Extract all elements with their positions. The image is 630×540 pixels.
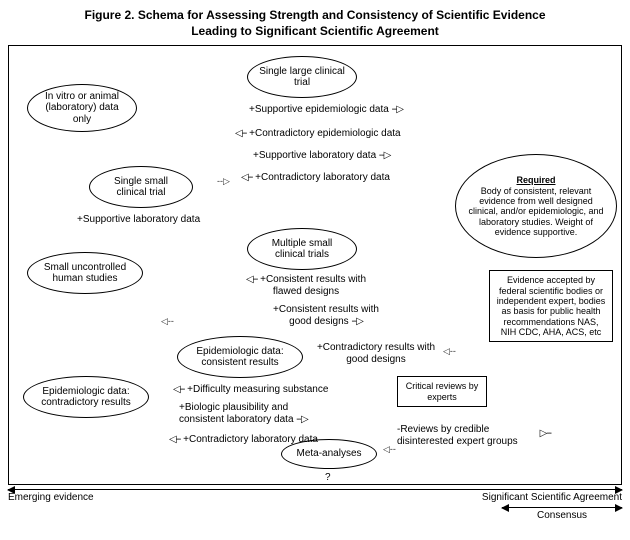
arrow-left-icon: ◁-- (235, 128, 246, 139)
label-contradictory-lab: ◁-- +Contradictory laboratory data (241, 172, 390, 184)
node-meta-label: Meta-analyses (296, 448, 361, 460)
axis-left-label: Emerging evidence (8, 492, 94, 503)
label-contradictory-lab2: ◁-- +Contradictory laboratory data (169, 434, 318, 446)
label-qmark: ? (325, 472, 331, 484)
label-reviews-disinterested: -Reviews by credible disinterested exper… (397, 424, 537, 447)
node-required-body: Body of consistent, relevant evidence fr… (468, 186, 603, 237)
node-epi-contradictory: Epidemiologic data: contradictory result… (23, 376, 149, 418)
arrow-left-icon: ◁-- (169, 434, 180, 445)
diagram-canvas: In vitro or animal (laboratory) data onl… (8, 45, 622, 485)
axis-footer: Emerging evidence Significant Scientific… (8, 489, 622, 503)
axis-line (8, 489, 622, 490)
node-single-small-label: Single small clinical trial (98, 176, 184, 199)
label-bioplaus: +Biologic plausibility and consistent la… (179, 402, 329, 425)
arrow-right-icon: --▷ (296, 414, 307, 425)
label-contradictory-epi: ◁-- +Contradictory epidemiologic data (235, 128, 401, 140)
node-required-title: Required (516, 175, 555, 185)
node-required-text: Required Body of consistent, relevant ev… (464, 175, 608, 237)
title-line-2: Leading to Significant Scientific Agreem… (191, 24, 439, 38)
node-invitro-label: In vitro or animal (laboratory) data onl… (36, 91, 128, 126)
label-consistent-good: +Consistent results with good designs --… (261, 304, 391, 327)
consensus-label: Consensus (537, 510, 587, 521)
arrow-left-icon: ◁-- (383, 444, 396, 455)
label-contradictory-good: +Contradictory results with good designs (311, 342, 441, 365)
arrow-left-icon: ◁-- (443, 346, 456, 357)
arrow-right-icon: ▷-- (540, 428, 551, 440)
label-supportive-lab2: +Supportive laboratory data (77, 214, 200, 226)
node-multiple-small: Multiple small clinical trials (247, 228, 357, 270)
arrow-right-icon: --▷ (392, 104, 403, 115)
node-epi-contradictory-label: Epidemiologic data: contradictory result… (32, 386, 140, 409)
consensus-axis: Consensus (8, 507, 622, 521)
axis-labels: Emerging evidence Significant Scientific… (8, 492, 622, 503)
arrow-left-icon: ◁-- (241, 172, 252, 183)
node-single-small: Single small clinical trial (89, 166, 193, 208)
node-small-uncontrolled-label: Small uncontrolled human studies (36, 262, 134, 285)
arrow-left-icon: ◁-- (173, 384, 184, 395)
arrow-right-icon: --▷ (351, 316, 362, 327)
node-critical: Critical reviews by experts (397, 376, 487, 407)
label-consistent-flawed: ◁-- +Consistent results with flawed desi… (241, 274, 371, 297)
title-line-1: Figure 2. Schema for Assessing Strength … (84, 8, 545, 22)
node-required: Required Body of consistent, relevant ev… (455, 154, 617, 258)
arrow-left-icon: ◁-- (161, 316, 174, 327)
label-supportive-epi: +Supportive epidemiologic data --▷ (249, 104, 403, 116)
node-epi-consistent: Epidemiologic data: consistent results (177, 336, 303, 378)
axis-right-label: Significant Scientific Agreement (482, 492, 622, 503)
label-difficulty: ◁-- +Difficulty measuring substance (173, 384, 328, 396)
node-critical-label: Critical reviews by experts (406, 381, 479, 401)
node-accepted: Evidence accepted by federal scientific … (489, 270, 613, 342)
consensus-line (502, 507, 622, 508)
node-epi-consistent-label: Epidemiologic data: consistent results (186, 346, 294, 369)
node-small-uncontrolled: Small uncontrolled human studies (27, 252, 143, 294)
node-invitro: In vitro or animal (laboratory) data onl… (27, 84, 137, 132)
node-multiple-small-label: Multiple small clinical trials (256, 238, 348, 261)
label-supportive-lab: +Supportive laboratory data --▷ (253, 150, 390, 162)
node-single-large: Single large clinical trial (247, 56, 357, 98)
figure-title: Figure 2. Schema for Assessing Strength … (8, 8, 622, 39)
arrow-right-icon: --▷ (217, 176, 230, 187)
arrow-left-icon: ◁-- (246, 274, 257, 285)
node-accepted-label: Evidence accepted by federal scientific … (497, 275, 606, 337)
node-single-large-label: Single large clinical trial (256, 66, 348, 89)
arrow-right-icon: --▷ (379, 150, 390, 161)
